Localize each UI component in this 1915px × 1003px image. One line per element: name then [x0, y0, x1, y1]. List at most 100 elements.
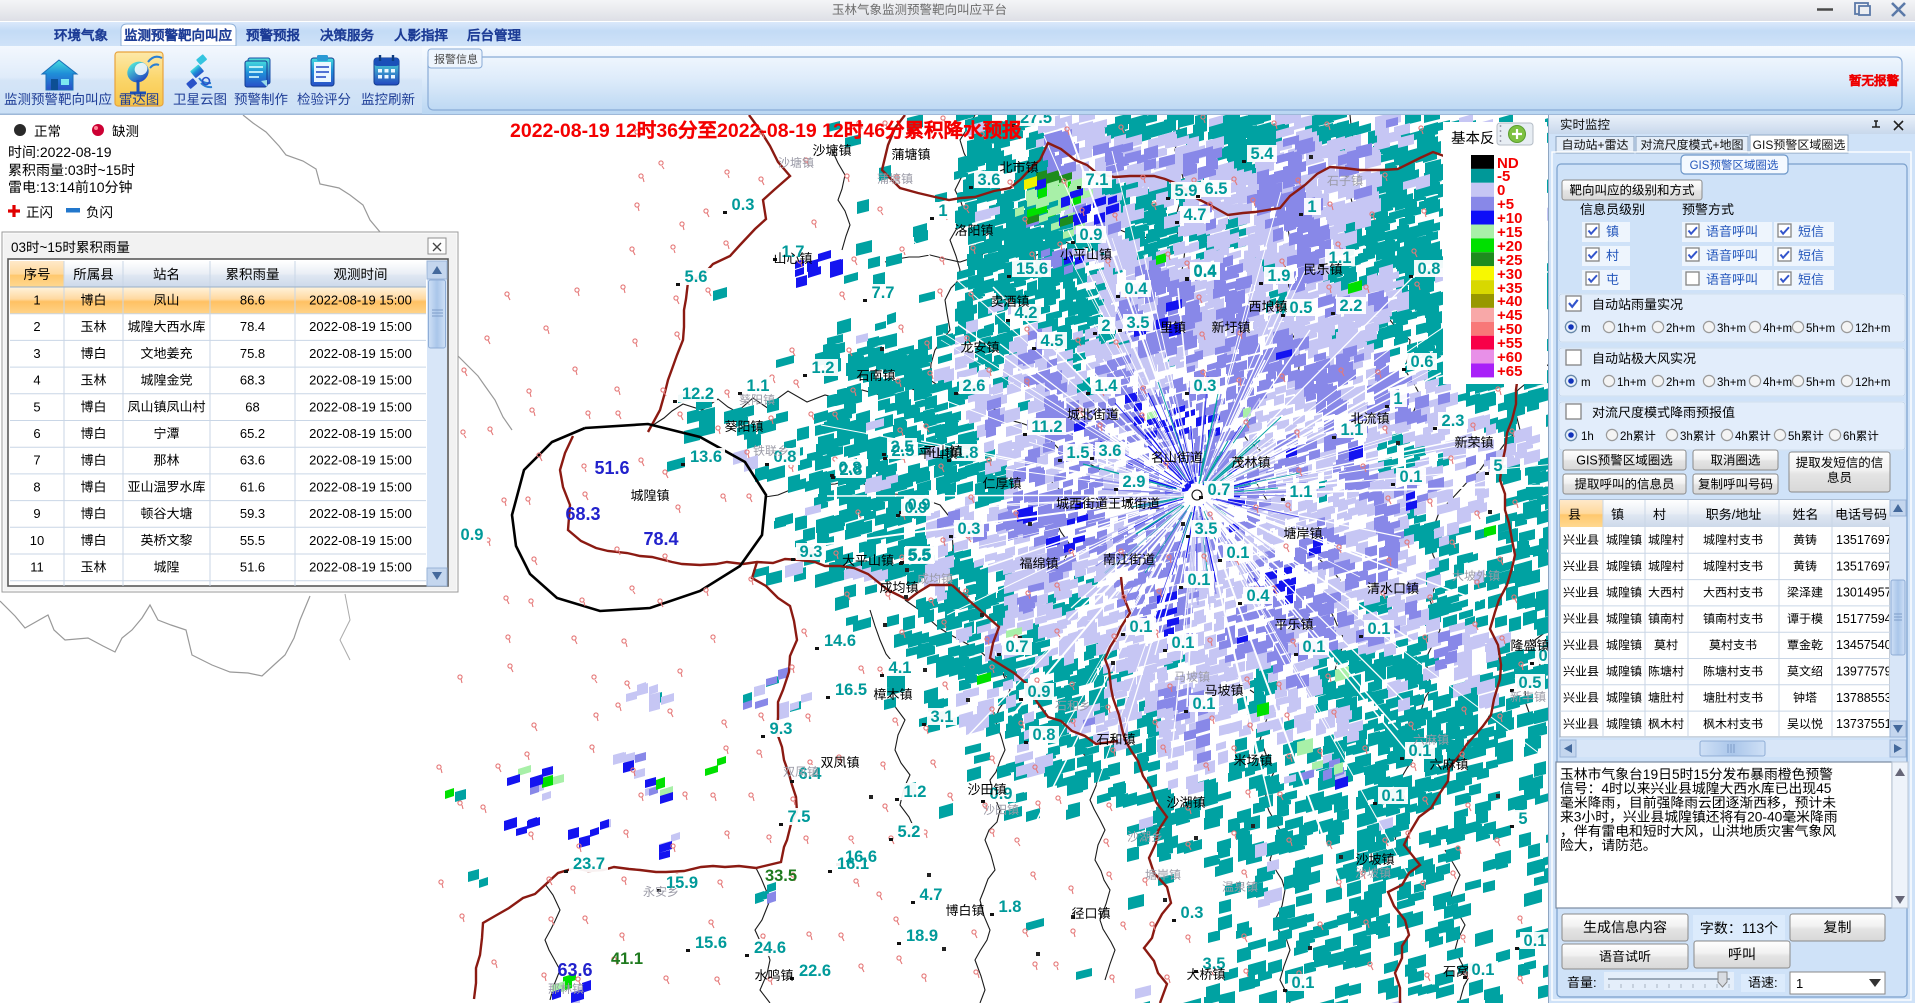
svg-text:4h+m: 4h+m — [1763, 377, 1792, 389]
svg-text:20-40: 20-40 — [1747, 810, 1783, 825]
svg-text:11: 11 — [30, 560, 44, 575]
svg-text:3: 3 — [33, 346, 40, 361]
svg-text:1.4: 1.4 — [1095, 377, 1119, 395]
svg-text:15: 15 — [1693, 767, 1709, 782]
svg-text:2022-08-19 15:00: 2022-08-19 15:00 — [309, 533, 412, 548]
svg-text:4.7: 4.7 — [920, 886, 943, 904]
svg-text:5: 5 — [33, 399, 40, 414]
svg-text:45: 45 — [1816, 781, 1832, 796]
svg-text:0.9: 0.9 — [905, 499, 928, 517]
svg-text:+: + — [1713, 138, 1720, 152]
svg-text:0.8: 0.8 — [1418, 260, 1441, 278]
svg-text::13:14: :13:14 — [36, 179, 75, 195]
svg-text:68.3: 68.3 — [240, 373, 265, 388]
svg-text:~15: ~15 — [97, 162, 121, 178]
svg-text:3h+m: 3h+m — [1717, 377, 1746, 389]
svg-text:8: 8 — [33, 479, 40, 494]
svg-text:GIS: GIS — [1753, 138, 1774, 152]
svg-text:5.2: 5.2 — [898, 823, 921, 841]
svg-text:3h+m: 3h+m — [1717, 323, 1746, 335]
svg-text:0.1: 0.1 — [1188, 571, 1211, 589]
svg-text:2: 2 — [1101, 317, 1110, 335]
svg-text:2022-08-19 15:00: 2022-08-19 15:00 — [309, 399, 412, 414]
svg-text:4h+m: 4h+m — [1763, 323, 1792, 335]
svg-text:~15: ~15 — [40, 240, 63, 255]
svg-text:2022-08-19 12: 2022-08-19 12 — [510, 120, 637, 142]
svg-text:2022-08-19 12: 2022-08-19 12 — [717, 120, 844, 142]
svg-text:13.6: 13.6 — [690, 448, 722, 466]
svg-text:3.6: 3.6 — [1099, 442, 1122, 460]
svg-text:3: 3 — [1574, 810, 1582, 825]
svg-text:/: / — [1732, 507, 1736, 522]
svg-text::03: :03 — [64, 162, 84, 178]
svg-text:0.9: 0.9 — [1028, 683, 1051, 701]
svg-text:0.3: 0.3 — [732, 196, 755, 214]
svg-text:2022-08-19 15:00: 2022-08-19 15:00 — [309, 319, 412, 334]
svg-text:6.5: 6.5 — [1205, 180, 1228, 198]
svg-text:12.2: 12.2 — [682, 385, 714, 403]
svg-text:4h: 4h — [1735, 431, 1748, 443]
svg-text:5: 5 — [1493, 457, 1502, 475]
svg-text:3.5: 3.5 — [1195, 520, 1218, 538]
svg-text:5h: 5h — [1788, 431, 1801, 443]
svg-text:2.9: 2.9 — [1123, 473, 1146, 491]
svg-text:75.8: 75.8 — [240, 346, 265, 361]
svg-text:4: 4 — [33, 373, 40, 388]
svg-text:2022-08-19 15:00: 2022-08-19 15:00 — [309, 560, 412, 575]
svg-text:15.6: 15.6 — [695, 934, 727, 952]
svg-text:0.3: 0.3 — [958, 520, 981, 538]
svg-text:15.6: 15.6 — [1016, 260, 1048, 278]
svg-text:59.3: 59.3 — [240, 506, 265, 521]
svg-text:12h+m: 12h+m — [1855, 323, 1890, 335]
svg-text:9.3: 9.3 — [800, 543, 823, 561]
svg-text:46: 46 — [863, 120, 885, 142]
svg-text:4.1: 4.1 — [889, 659, 912, 677]
svg-text:0.9: 0.9 — [461, 526, 484, 544]
svg-text:2h: 2h — [1620, 431, 1633, 443]
svg-text:1: 1 — [1307, 198, 1316, 216]
svg-text:3h: 3h — [1680, 431, 1693, 443]
svg-text::2022-08-19: :2022-08-19 — [36, 144, 112, 160]
svg-text:7: 7 — [33, 453, 40, 468]
svg-text:m: m — [1581, 377, 1591, 389]
svg-text:6: 6 — [33, 426, 40, 441]
svg-text:1.1: 1.1 — [1290, 483, 1313, 501]
svg-text:36: 36 — [656, 120, 678, 142]
svg-text:11.2: 11.2 — [1031, 418, 1062, 436]
svg-text:63.6: 63.6 — [240, 453, 265, 468]
svg-text:2h+m: 2h+m — [1666, 323, 1695, 335]
svg-text:86.6: 86.6 — [240, 293, 265, 308]
svg-text:0.7: 0.7 — [1208, 481, 1231, 499]
svg-text:6h: 6h — [1843, 431, 1856, 443]
svg-text:2.3: 2.3 — [1442, 412, 1465, 430]
svg-text:0.8: 0.8 — [774, 448, 797, 466]
svg-text:+65: +65 — [1497, 363, 1522, 380]
svg-text:0.3: 0.3 — [1181, 904, 1204, 922]
svg-text:55.5: 55.5 — [240, 533, 265, 548]
svg-text:1.5: 1.5 — [1067, 444, 1090, 462]
svg-text:0.6: 0.6 — [1411, 353, 1434, 371]
svg-text:5: 5 — [1518, 810, 1527, 828]
svg-text:0.1: 0.1 — [1172, 634, 1195, 652]
svg-text:4.7: 4.7 — [1184, 206, 1207, 224]
svg-text:3.5: 3.5 — [1127, 314, 1150, 332]
svg-text:23.7: 23.7 — [573, 855, 605, 873]
svg-text:51.6: 51.6 — [240, 560, 265, 575]
svg-text:2.8: 2.8 — [840, 461, 863, 479]
svg-text:5.5: 5.5 — [909, 546, 932, 564]
svg-text:4.5: 4.5 — [1041, 332, 1064, 350]
svg-text:5: 5 — [1672, 767, 1680, 782]
svg-text:1: 1 — [938, 202, 947, 220]
svg-text:78.4: 78.4 — [643, 529, 678, 549]
svg-text::: : — [1593, 975, 1597, 990]
svg-text:2.2: 2.2 — [1340, 297, 1363, 315]
svg-text:4: 4 — [1601, 781, 1609, 796]
svg-text:1: 1 — [1393, 390, 1402, 408]
svg-text:5h+m: 5h+m — [1806, 323, 1835, 335]
svg-text:2022-08-19 15:00: 2022-08-19 15:00 — [309, 293, 412, 308]
svg-text:0.9: 0.9 — [1080, 226, 1103, 244]
svg-text:1.1: 1.1 — [747, 377, 770, 395]
svg-text:9: 9 — [33, 506, 40, 521]
svg-text:0.7: 0.7 — [1006, 638, 1029, 656]
svg-text:0.4: 0.4 — [1247, 587, 1271, 605]
